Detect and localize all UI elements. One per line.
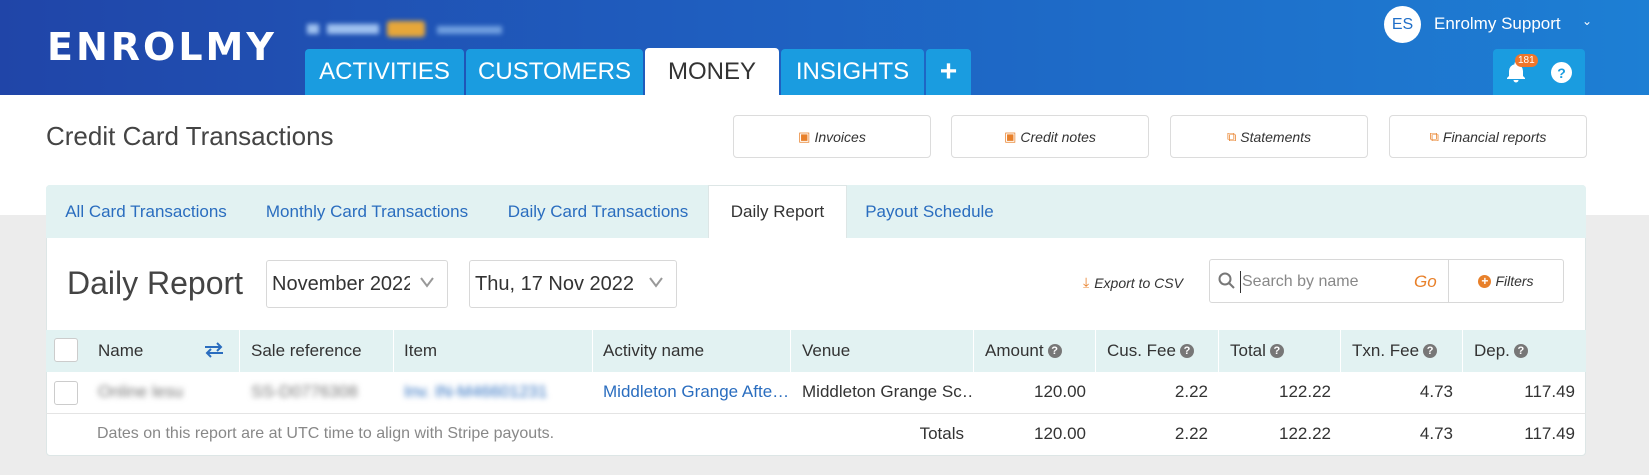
cell-item-link[interactable]: Inv. IN-M46601231 bbox=[404, 382, 584, 406]
download-icon: ⤓ bbox=[1083, 274, 1090, 290]
select-all-checkbox[interactable] bbox=[54, 338, 78, 362]
filters-label: Filters bbox=[1495, 273, 1534, 289]
row-divider bbox=[46, 413, 1586, 414]
column-header-venue: Venue bbox=[802, 341, 851, 360]
column-header-total: Total? bbox=[1230, 330, 1284, 372]
statements-label: Statements bbox=[1240, 128, 1312, 145]
column-header-sale-reference: Sale reference bbox=[251, 341, 362, 360]
row-checkbox[interactable] bbox=[54, 381, 78, 405]
totals-cus-fee: 2.22 bbox=[1174, 424, 1208, 443]
cell-amount: 120.00 bbox=[1034, 382, 1086, 401]
column-header-amount: Amount? bbox=[985, 330, 1062, 372]
notification-count-badge: 181 bbox=[1515, 54, 1538, 67]
txn-fee-header-label: Txn. Fee bbox=[1352, 341, 1420, 360]
column-header-dep: Dep.? bbox=[1474, 330, 1528, 372]
cell-activity-name-link[interactable]: Middleton Grange Afte… bbox=[603, 382, 788, 406]
copy-icon: ⧉ bbox=[1226, 128, 1237, 144]
credit-notes-button[interactable]: ▣ Credit notes bbox=[951, 115, 1149, 158]
credit-notes-label: Credit notes bbox=[1020, 128, 1096, 145]
cell-txn-fee: 4.73 bbox=[1419, 382, 1453, 401]
chevron-down-icon[interactable]: ⌄ bbox=[1582, 14, 1592, 28]
column-header-activity-name: Activity name bbox=[603, 341, 705, 360]
invoices-button[interactable]: ▣ Invoices bbox=[733, 115, 931, 158]
help-circle-icon[interactable]: ? bbox=[1513, 344, 1528, 358]
plus-circle-icon: + bbox=[1478, 274, 1492, 288]
filters-button[interactable]: + Filters bbox=[1448, 259, 1564, 303]
column-header-name[interactable]: Name bbox=[98, 330, 143, 372]
nav-tab-activities[interactable]: ACTIVITIES bbox=[305, 49, 464, 95]
banknote-icon: ▣ bbox=[1004, 128, 1017, 144]
day-select[interactable]: Thu, 17 Nov 2022 bbox=[469, 260, 677, 308]
help-icon[interactable]: ? bbox=[1551, 62, 1572, 83]
amount-header-label: Amount bbox=[985, 341, 1044, 360]
banknote-icon: ▣ bbox=[798, 128, 811, 144]
column-header-txn-fee: Txn. Fee? bbox=[1352, 330, 1438, 372]
month-select[interactable]: November 2022 bbox=[266, 260, 448, 308]
month-select-value: November 2022 bbox=[272, 272, 410, 295]
cell-total: 122.22 bbox=[1279, 382, 1331, 401]
totals-total: 122.22 bbox=[1279, 424, 1331, 443]
cell-venue: Middleton Grange Sc… bbox=[802, 382, 972, 401]
totals-label: Totals bbox=[919, 424, 964, 443]
nav-tab-customers[interactable]: CUSTOMERS bbox=[466, 49, 643, 95]
tab-daily-report[interactable]: Daily Report bbox=[708, 185, 847, 238]
help-circle-icon[interactable]: ? bbox=[1047, 344, 1062, 358]
column-header-item: Item bbox=[404, 341, 438, 360]
cell-cus-fee: 2.22 bbox=[1174, 382, 1208, 401]
total-header-label: Total bbox=[1230, 341, 1266, 360]
help-circle-icon[interactable]: ? bbox=[1423, 344, 1438, 358]
export-csv-label: Export to CSV bbox=[1094, 274, 1183, 291]
export-csv-button[interactable]: ⤓ Export to CSV bbox=[1083, 274, 1183, 291]
cus-fee-header-label: Cus. Fee bbox=[1107, 341, 1176, 360]
search-icon bbox=[1218, 272, 1235, 289]
column-header-cus-fee: Cus. Fee? bbox=[1107, 330, 1194, 372]
go-button[interactable]: Go bbox=[1414, 272, 1437, 292]
nav-tab-money[interactable]: MONEY bbox=[645, 48, 779, 95]
tab-monthly-card-transactions[interactable]: Monthly Card Transactions bbox=[246, 185, 488, 238]
totals-txn-fee: 4.73 bbox=[1419, 424, 1453, 443]
tab-daily-card-transactions[interactable]: Daily Card Transactions bbox=[488, 185, 708, 238]
swap-arrows-icon[interactable] bbox=[203, 341, 225, 359]
statements-button[interactable]: ⧉ Statements bbox=[1170, 115, 1368, 158]
search-input[interactable] bbox=[1240, 271, 1405, 293]
user-menu-name[interactable]: Enrolmy Support bbox=[1434, 14, 1561, 34]
report-title: Daily Report bbox=[67, 265, 244, 301]
page-title: Credit Card Transactions bbox=[46, 121, 334, 151]
enrolmy-logo[interactable]: ENROLMY bbox=[47, 25, 277, 69]
tab-payout-schedule[interactable]: Payout Schedule bbox=[847, 185, 1012, 238]
tab-all-card-transactions[interactable]: All Card Transactions bbox=[46, 185, 246, 238]
organisation-selector-redacted[interactable] bbox=[307, 20, 517, 37]
totals-amount: 120.00 bbox=[1034, 424, 1086, 443]
nav-tab-insights[interactable]: INSIGHTS bbox=[781, 49, 924, 95]
chevron-down-icon bbox=[649, 277, 663, 288]
chevron-down-icon bbox=[420, 277, 434, 288]
financial-reports-button[interactable]: ⧉ Financial reports bbox=[1389, 115, 1587, 158]
totals-dep: 117.49 bbox=[1524, 424, 1575, 443]
cell-dep: 117.49 bbox=[1524, 382, 1575, 401]
dep-header-label: Dep. bbox=[1474, 341, 1510, 360]
utc-note: Dates on this report are at UTC time to … bbox=[97, 425, 555, 442]
add-new-button[interactable]: + bbox=[926, 49, 971, 95]
avatar[interactable]: ES bbox=[1384, 6, 1421, 43]
invoices-label: Invoices bbox=[814, 128, 866, 145]
financial-reports-label: Financial reports bbox=[1442, 128, 1547, 145]
copy-icon: ⧉ bbox=[1429, 128, 1439, 144]
day-select-value: Thu, 17 Nov 2022 bbox=[475, 272, 634, 295]
cell-sale-reference: SS-D0776308 bbox=[251, 382, 358, 401]
help-circle-icon[interactable]: ? bbox=[1179, 344, 1194, 358]
help-circle-icon[interactable]: ? bbox=[1269, 344, 1284, 358]
cell-name[interactable]: Online ​lesu bbox=[98, 382, 228, 406]
